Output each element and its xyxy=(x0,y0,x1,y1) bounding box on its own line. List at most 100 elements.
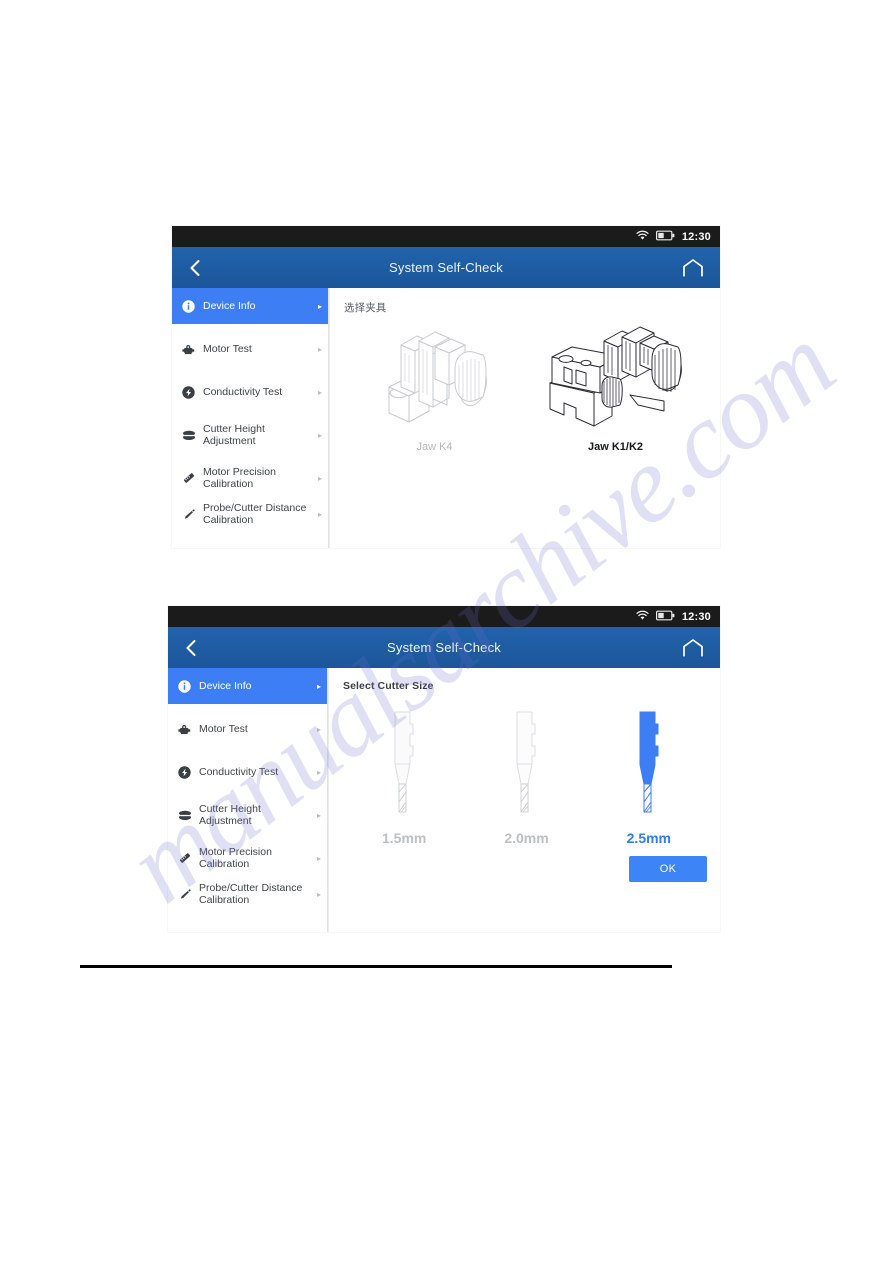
battery-icon xyxy=(655,228,675,246)
back-button[interactable] xyxy=(172,247,218,288)
sidebar-item-probe-cutter-distance-calibration[interactable]: Probe/Cutter Distance Calibration ▸ xyxy=(168,876,327,912)
chevron-right-icon: ▸ xyxy=(317,473,322,483)
sidebar-item-motor-precision-calibration[interactable]: Motor Precision Calibration ▸ xyxy=(172,460,328,496)
panel-body: Device Info ▸ Motor Test ▸ Conductivity … xyxy=(172,288,720,548)
sidebar-item-label: Device Info xyxy=(199,679,252,692)
cutter-selection-content: Select Cutter Size 1.5mm 2.0mm 2.5mm OK xyxy=(328,668,720,932)
sidebar-nav: Device Info ▸ Motor Test ▸ Conductivity … xyxy=(168,668,328,932)
info-circle-icon xyxy=(177,679,192,694)
status-bar: 12:30 xyxy=(168,606,720,627)
sidebar-item-cutter-height-adjustment[interactable]: Cutter Height Adjustment ▸ xyxy=(168,797,327,833)
device-screenshot-jaw-selection: 12:30 System Self-Check Device Info ▸ Mo… xyxy=(172,226,720,548)
home-icon xyxy=(683,639,703,657)
chevron-right-icon: ▸ xyxy=(317,430,322,440)
sidebar-item-cutter-height-adjustment[interactable]: Cutter Height Adjustment ▸ xyxy=(172,417,328,453)
sidebar-item-label: Motor Test xyxy=(199,722,248,735)
chevron-right-icon: ▸ xyxy=(316,853,321,863)
jaw-selection-content: 选择夹具 Jaw K4 Jaw K1/K2 xyxy=(329,288,720,548)
ok-button[interactable]: OK xyxy=(629,856,707,882)
sidebar-item-label: Conductivity Test xyxy=(203,385,283,398)
chevron-right-icon: ▸ xyxy=(317,344,322,354)
jaw-option-k1-k2[interactable]: Jaw K1/K2 xyxy=(525,323,706,453)
action-row: OK xyxy=(343,856,720,882)
sidebar-item-label: Motor Precision Calibration xyxy=(203,465,276,490)
jaw-options-row: Jaw K4 Jaw K1/K2 xyxy=(344,323,720,453)
sidebar-item-device-info[interactable]: Device Info ▸ xyxy=(168,668,327,704)
chevron-right-icon: ▸ xyxy=(316,889,321,899)
cutter-option-2-5mm[interactable]: 2.5mm xyxy=(588,706,710,846)
bolt-circle-icon xyxy=(181,385,196,400)
chevron-left-icon xyxy=(186,639,196,656)
sidebar-item-label: Motor Precision Calibration xyxy=(199,845,272,870)
sidebar-item-device-info[interactable]: Device Info ▸ xyxy=(172,288,328,324)
cutter-bit-illustration xyxy=(516,711,536,813)
content-heading: Select Cutter Size xyxy=(343,680,434,692)
sidebar-item-label: Conductivity Test xyxy=(199,765,279,778)
app-header: System Self-Check xyxy=(172,247,720,288)
home-button[interactable] xyxy=(670,247,716,288)
app-header: System Self-Check xyxy=(168,627,720,668)
sidebar-item-motor-precision-calibration[interactable]: Motor Precision Calibration ▸ xyxy=(168,840,327,876)
sidebar-item-label: Device Info xyxy=(203,299,256,312)
jaw-option-label: Jaw K4 xyxy=(416,441,453,453)
motor-icon xyxy=(181,342,196,357)
sidebar-item-motor-test[interactable]: Motor Test ▸ xyxy=(168,711,327,747)
chevron-right-icon: ▸ xyxy=(316,724,321,734)
sidebar-item-motor-test[interactable]: Motor Test ▸ xyxy=(172,331,328,367)
chevron-right-icon: ▸ xyxy=(316,767,321,777)
sidebar-item-label: Probe/Cutter Distance Calibration xyxy=(199,881,303,906)
sidebar-item-label: Motor Test xyxy=(203,342,252,355)
page-title: System Self-Check xyxy=(387,640,501,655)
sidebar-item-conductivity-test[interactable]: Conductivity Test ▸ xyxy=(168,754,327,790)
wifi-icon xyxy=(636,228,649,246)
ruler-icon xyxy=(181,471,196,486)
home-icon xyxy=(683,259,703,277)
status-bar-clock: 12:30 xyxy=(681,230,711,243)
back-button[interactable] xyxy=(168,627,214,668)
info-circle-icon xyxy=(181,299,196,314)
cutter-option-1-5mm[interactable]: 1.5mm xyxy=(343,706,465,846)
ruler-icon xyxy=(177,851,192,866)
jaw-k4-illustration xyxy=(388,331,487,423)
page-title: System Self-Check xyxy=(389,260,503,275)
horizontal-rule xyxy=(80,965,672,968)
jaw-option-label: Jaw K1/K2 xyxy=(587,441,644,453)
sidebar-item-conductivity-test[interactable]: Conductivity Test ▸ xyxy=(172,374,328,410)
chevron-right-icon: ▸ xyxy=(317,509,322,519)
cutter-option-label: 2.5mm xyxy=(626,830,671,846)
status-bar-clock: 12:30 xyxy=(681,610,711,623)
content-heading: 选择夹具 xyxy=(344,302,387,314)
cutter-option-label: 1.5mm xyxy=(381,830,427,846)
cutter-option-label: 2.0mm xyxy=(504,830,549,846)
disc-icon xyxy=(177,808,192,823)
panel-body: Device Info ▸ Motor Test ▸ Conductivity … xyxy=(168,668,720,932)
jaw-option-k4[interactable]: Jaw K4 xyxy=(344,323,525,453)
motor-icon xyxy=(177,722,192,737)
sidebar-item-label: Probe/Cutter Distance Calibration xyxy=(203,501,307,526)
home-button[interactable] xyxy=(670,627,716,668)
sidebar-item-probe-cutter-distance-calibration[interactable]: Probe/Cutter Distance Calibration ▸ xyxy=(172,496,328,532)
status-bar: 12:30 xyxy=(172,226,720,247)
cutter-options-row: 1.5mm 2.0mm 2.5mm xyxy=(343,706,720,846)
disc-icon xyxy=(181,428,196,443)
sidebar-nav: Device Info ▸ Motor Test ▸ Conductivity … xyxy=(172,288,329,548)
sidebar-item-label: Cutter Height Adjustment xyxy=(203,422,265,447)
battery-icon xyxy=(655,608,675,626)
chevron-right-icon: ▸ xyxy=(316,681,321,691)
probe-pen-icon xyxy=(181,507,196,522)
cutter-option-2-0mm[interactable]: 2.0mm xyxy=(465,706,587,846)
probe-pen-icon xyxy=(177,887,192,902)
sidebar-item-label: Cutter Height Adjustment xyxy=(199,802,261,827)
chevron-right-icon: ▸ xyxy=(316,810,321,820)
bolt-circle-icon xyxy=(177,765,192,780)
cutter-bit-illustration xyxy=(639,711,659,813)
device-screenshot-cutter-selection: 12:30 System Self-Check Device Info ▸ Mo… xyxy=(168,606,720,932)
chevron-left-icon xyxy=(190,259,200,276)
